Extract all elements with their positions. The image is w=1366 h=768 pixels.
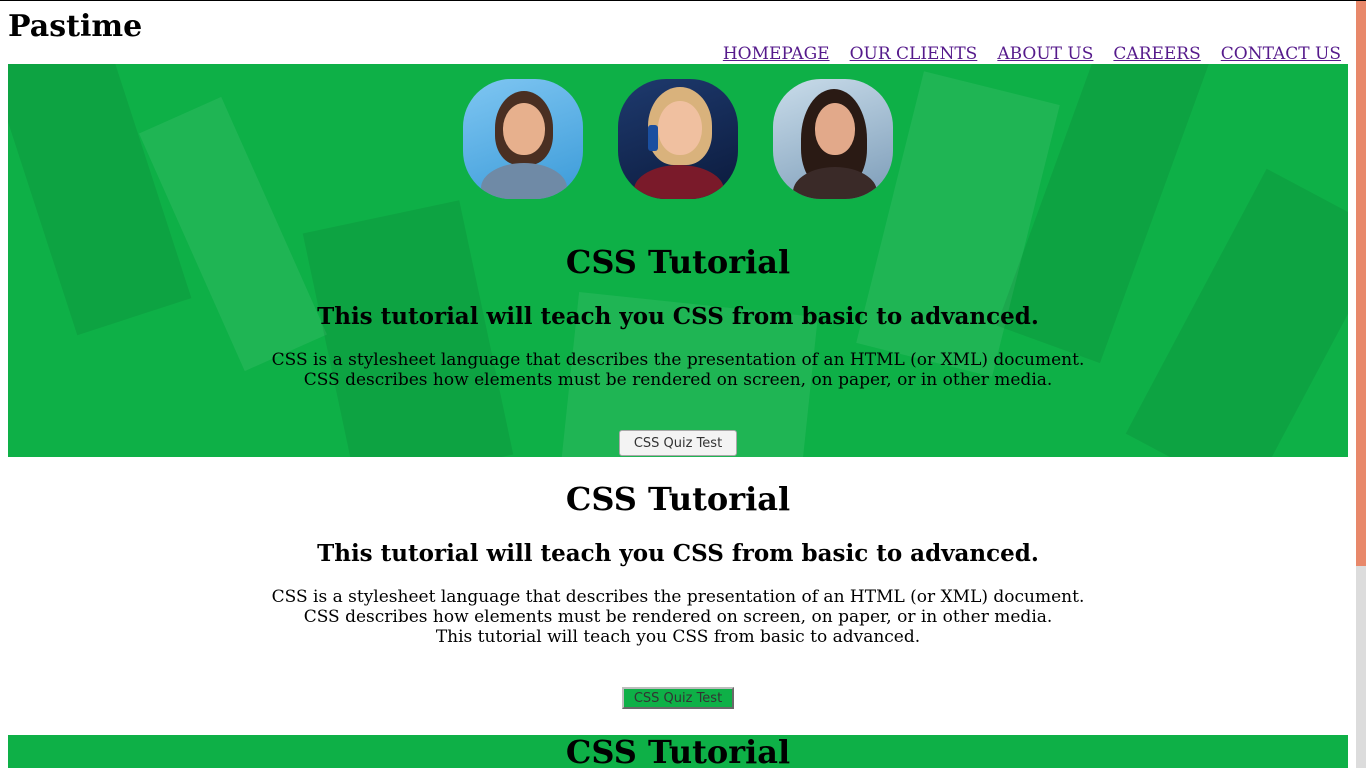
tutorial-band-section: CSS Tutorial (8, 735, 1348, 768)
avatar-row (463, 79, 893, 199)
portrait-photo-1 (463, 79, 583, 199)
brand-title: Pastime (8, 9, 143, 44)
portrait-photo-3 (773, 79, 893, 199)
nav-link-about-us[interactable]: ABOUT US (997, 44, 1093, 64)
section-description-line: CSS describes how elements must be rende… (303, 607, 1053, 627)
band-title: CSS Tutorial (565, 735, 791, 768)
portrait-photo-2 (618, 79, 738, 199)
section-description-line: This tutorial will teach you CSS from ba… (435, 627, 921, 647)
band-text: CSS Tutorial (8, 735, 1348, 768)
tutorial-section: CSS Tutorial This tutorial will teach yo… (0, 481, 1356, 647)
hero-description-line: CSS describes how elements must be rende… (303, 370, 1053, 390)
section-description-line: CSS is a stylesheet language that descri… (271, 587, 1085, 607)
hero-description-line: CSS is a stylesheet language that descri… (271, 350, 1085, 370)
section-subtitle: This tutorial will teach you CSS from ba… (317, 540, 1039, 567)
nav-link-contact-us[interactable]: CONTACT US (1221, 44, 1341, 64)
page: Pastime HOMEPAGE OUR CLIENTS ABOUT US CA… (0, 1, 1356, 768)
nav-link-our-clients[interactable]: OUR CLIENTS (850, 44, 978, 64)
css-quiz-test-button[interactable]: CSS Quiz Test (619, 430, 737, 456)
hero-subtitle: This tutorial will teach you CSS from ba… (317, 303, 1039, 330)
css-quiz-test-button-green[interactable]: CSS Quiz Test (622, 687, 734, 709)
hero-section: CSS Tutorial This tutorial will teach yo… (8, 64, 1348, 457)
nav-link-homepage[interactable]: HOMEPAGE (723, 44, 830, 64)
section-title: CSS Tutorial (565, 480, 791, 518)
hero-title: CSS Tutorial (565, 243, 791, 281)
scrollbar-thumb[interactable] (1356, 1, 1366, 566)
main-nav: HOMEPAGE OUR CLIENTS ABOUT US CAREERS CO… (723, 44, 1341, 64)
nav-link-careers[interactable]: CAREERS (1113, 44, 1200, 64)
hero-text: CSS Tutorial This tutorial will teach yo… (8, 244, 1348, 390)
